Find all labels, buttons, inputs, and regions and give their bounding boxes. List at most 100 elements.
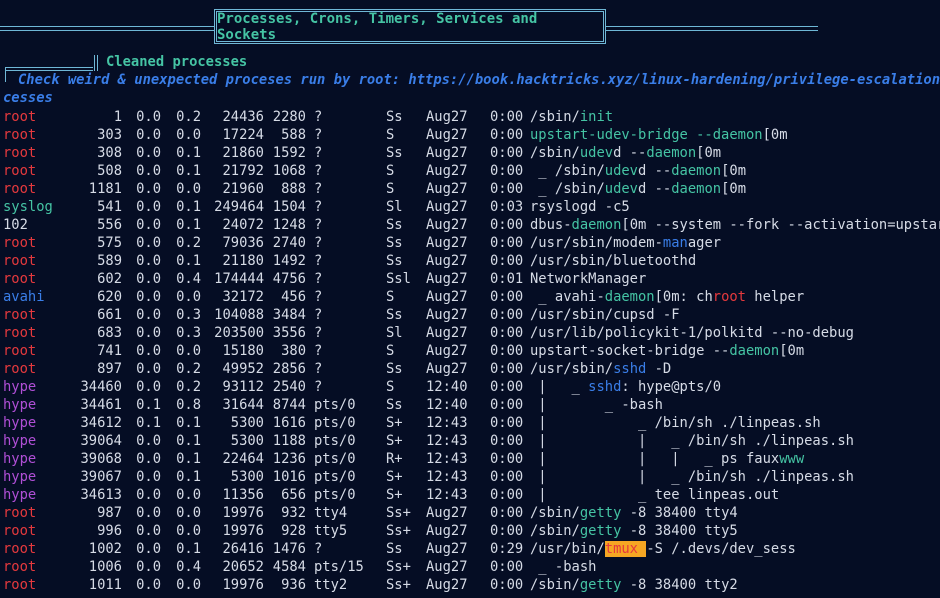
process-mem: 0.4 [176,559,201,575]
command-segment: init [579,109,614,125]
process-mem: 0.1 [176,469,201,485]
process-tty: ? [314,163,323,179]
hacktricks-link[interactable]: Check weird & unexpected proceses run by… [18,72,940,88]
process-user: root [3,235,37,251]
process-start: Aug27 [426,523,468,539]
command-segment: [0m [762,127,788,143]
process-time: 0:00 [490,253,524,269]
subsection-corner [5,67,8,82]
process-command: upstart-udev-bridge --daemon[0m [530,126,788,144]
process-pid: 1011 [88,577,122,593]
command-segment: [0m [721,163,746,179]
command-segment: man [662,235,688,251]
command-segment: daemon [729,343,780,359]
process-user: root [3,361,37,377]
process-vsz: 5300 [230,415,264,431]
process-mem: 0.0 [176,505,201,521]
process-start: 12:40 [426,379,468,395]
process-mem: 0.1 [176,163,201,179]
process-start: Aug27 [426,577,468,593]
process-user: root [3,307,37,323]
process-cpu: 0.0 [136,109,161,125]
process-tty: ? [314,271,323,287]
process-pid: 987 [97,505,122,521]
process-cpu: 0.0 [136,343,161,359]
command-segment: www [779,451,805,467]
process-command: | | _ /bin/sh ./linpeas.sh [530,468,854,486]
process-start: Aug27 [426,181,468,197]
process-command: | _ -bash [530,396,663,414]
command-segment: NetworkManager [530,271,647,287]
process-mem: 0.0 [176,487,201,503]
process-start: 12:43 [426,487,468,503]
process-pid: 620 [97,289,122,305]
process-vsz: 19976 [222,505,264,521]
process-time: 0:00 [490,127,524,143]
process-rss: 1476 [272,541,306,557]
subsection-title: Cleaned processes [106,54,248,70]
process-stat: S [386,343,395,359]
hacktricks-link-continued[interactable]: cesses [3,90,53,106]
process-start: 12:43 [426,469,468,485]
process-stat: S+ [386,469,403,485]
command-segment: d -- [613,145,647,161]
process-time: 0:03 [490,199,524,215]
process-mem: 0.0 [176,577,201,593]
command-segment: daemon [671,181,722,197]
process-tty: pts/0 [314,451,356,467]
process-time: 0:00 [490,163,524,179]
process-cpu: 0.0 [136,433,161,449]
process-command: | _ sshd: hype@pts/0 [530,378,721,396]
process-row: hype 39068 0.0 0.1 22464 1236 pts/0 R+ 12:43 0:00… [0,450,940,468]
process-row: root 575 0.0 0.2 79036 2740? Ss Aug27 0:00/usr/s… [0,234,940,252]
process-user: root [3,271,37,287]
process-row: hype 34461 0.1 0.8 31644 8744 pts/0 Ss 12:40 0:00… [0,396,940,414]
process-stat: Ss [386,217,403,233]
command-segment: upstart-socket-bridge -- [530,343,730,359]
process-rss: 1616 [272,415,306,431]
process-tty: ? [314,361,323,377]
process-cpu: 0.1 [136,397,161,413]
process-stat: Ss+ [386,523,411,539]
process-row: hype 34612 0.1 0.1 5300 1616 pts/0 S+ 12:43 0:00 … [0,414,940,432]
process-stat: Ss [386,109,403,125]
process-user: hype [3,379,37,395]
process-start: Aug27 [426,559,468,575]
process-rss: 656 [281,487,306,503]
process-rss: 1016 [272,469,306,485]
process-user: hype [3,451,37,467]
command-segment: /usr/sbin/bluetoothd [530,253,697,269]
process-time: 0:00 [490,487,524,503]
process-command: /sbin/udevd --daemon[0m [530,144,721,162]
process-tty: pts/0 [314,469,356,485]
command-segment: _ /sbin/ [530,163,605,179]
process-pid: 996 [97,523,122,539]
process-vsz: 104088 [214,307,264,323]
process-mem: 0.3 [176,307,201,323]
process-pid: 1 [113,109,122,125]
process-user: root [3,343,37,359]
process-tty: ? [314,289,323,305]
process-row: root 661 0.0 0.3 104088 3484? Ss Aug27 0:00/usr/… [0,306,940,324]
command-segment: getty [579,505,622,521]
command-segment: [0m: ch [654,289,713,305]
command-segment: /sbin/ [530,145,580,161]
process-user: root [3,253,37,269]
process-rss: 380 [281,343,306,359]
process-cpu: 0.0 [136,361,161,377]
process-tty: ? [314,541,323,557]
process-cpu: 0.0 [136,307,161,323]
process-cpu: 0.0 [136,559,161,575]
process-stat: Ss+ [386,505,411,521]
process-command: | _ tee linpeas.out [530,486,779,504]
process-time: 0:00 [490,217,524,233]
process-tty: ? [314,217,323,233]
process-start: 12:43 [426,451,468,467]
process-row: root 602 0.0 0.4 174444 4756? Ssl Aug27 0:01 Netw… [0,270,940,288]
process-row: hype 34460 0.0 0.2 93112 2540? S 12:40 0:00 | _ … [0,378,940,396]
process-rss: 1504 [272,199,306,215]
process-tty: tty4 [314,505,348,521]
process-pid: 508 [97,163,122,179]
terminal-window[interactable]: Processes, Crons, Timers, Services and S… [0,0,940,598]
process-time: 0:00 [490,451,524,467]
